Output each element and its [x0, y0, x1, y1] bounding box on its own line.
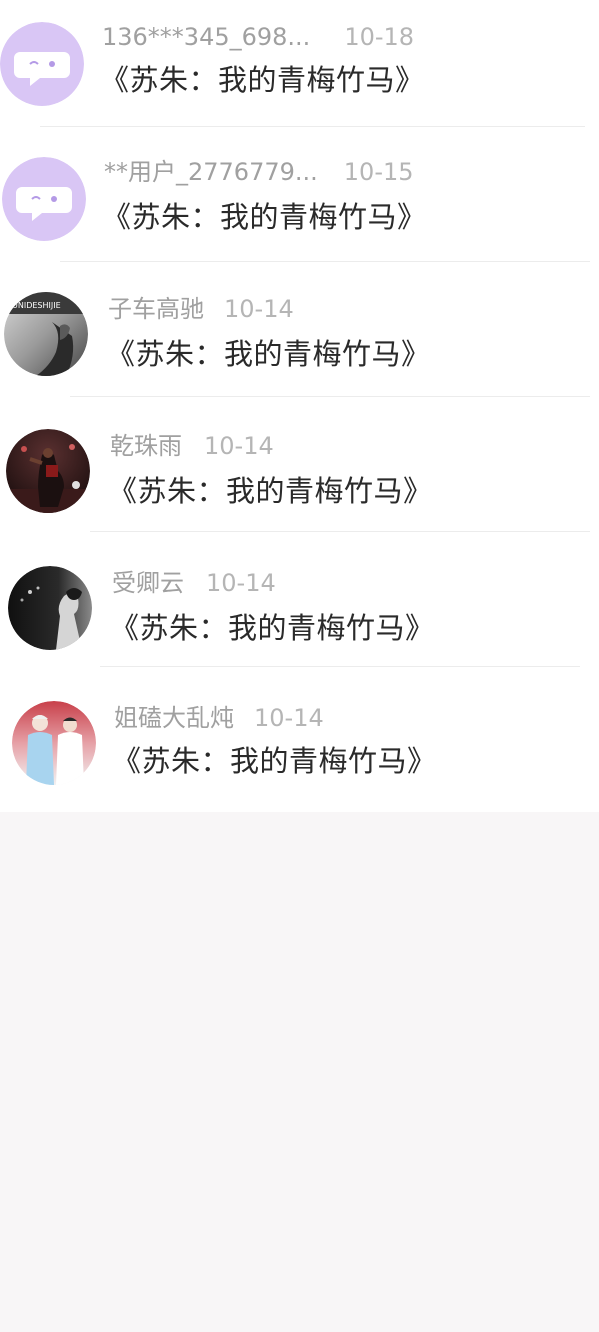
divider: [90, 531, 590, 532]
comment-meta: **用户_2776779... 10-15: [104, 157, 414, 187]
comment-meta: 136***345_698... 10-18: [102, 22, 414, 52]
stage-photo-avatar-icon[interactable]: [12, 701, 96, 785]
divider: [100, 666, 580, 667]
comment-date: 10-14: [254, 704, 324, 732]
default-chat-bubble-avatar-icon[interactable]: [0, 22, 84, 106]
comment-list: 136***345_698... 10-18 《苏朱：我的青梅竹马》 **用户_2…: [0, 0, 599, 812]
username[interactable]: 乾珠雨: [110, 432, 182, 460]
comment-date: 10-14: [206, 569, 276, 597]
username[interactable]: 136***345_698...: [102, 23, 310, 51]
book-title[interactable]: 《苏朱：我的青梅竹马》: [108, 473, 433, 509]
comment-meta: 乾珠雨 10-14: [110, 431, 274, 461]
comment-meta: 姐磕大乱炖 10-14: [114, 703, 324, 733]
book-title[interactable]: 《苏朱：我的青梅竹马》: [112, 743, 437, 779]
list-item[interactable]: 乾珠雨 10-14 《苏朱：我的青梅竹马》: [0, 411, 599, 548]
username[interactable]: 子车高驰: [108, 295, 204, 323]
book-title[interactable]: 《苏朱：我的青梅竹马》: [106, 336, 431, 372]
list-item[interactable]: 姐磕大乱炖 10-14 《苏朱：我的青梅竹马》: [0, 685, 599, 822]
comment-date: 10-14: [224, 295, 294, 323]
default-chat-bubble-avatar-icon[interactable]: [2, 157, 86, 241]
divider: [70, 396, 590, 397]
book-title[interactable]: 《苏朱：我的青梅竹马》: [100, 62, 425, 98]
comment-date: 10-18: [344, 23, 415, 51]
username[interactable]: 受卿云: [112, 569, 184, 597]
list-item[interactable]: **用户_2776779... 10-15 《苏朱：我的青梅竹马》: [0, 137, 599, 274]
comment-meta: 受卿云 10-14: [112, 568, 276, 598]
comment-date: 10-14: [204, 432, 274, 460]
grayscale-photo-avatar-icon[interactable]: UNIDESHIJIE: [4, 292, 88, 376]
divider: [60, 261, 590, 262]
list-item[interactable]: UNIDESHIJIE 子车高驰 10-14 《苏朱：我的青梅竹马》: [0, 274, 599, 411]
dark-portrait-avatar-icon[interactable]: [8, 566, 92, 650]
username[interactable]: 姐磕大乱炖: [114, 704, 234, 732]
comment-date: 10-15: [343, 158, 414, 186]
divider: [40, 126, 585, 127]
book-title[interactable]: 《苏朱：我的青梅竹马》: [102, 199, 427, 235]
book-title[interactable]: 《苏朱：我的青梅竹马》: [110, 610, 435, 646]
svg-text:UNIDESHIJIE: UNIDESHIJIE: [12, 301, 61, 310]
username[interactable]: **用户_2776779...: [104, 158, 318, 186]
empty-background: [0, 812, 599, 1332]
list-item[interactable]: 136***345_698... 10-18 《苏朱：我的青梅竹马》: [0, 0, 599, 137]
basketball-photo-avatar-icon[interactable]: [6, 429, 90, 513]
list-item[interactable]: 受卿云 10-14 《苏朱：我的青梅竹马》: [0, 548, 599, 685]
comment-meta: 子车高驰 10-14: [108, 294, 294, 324]
